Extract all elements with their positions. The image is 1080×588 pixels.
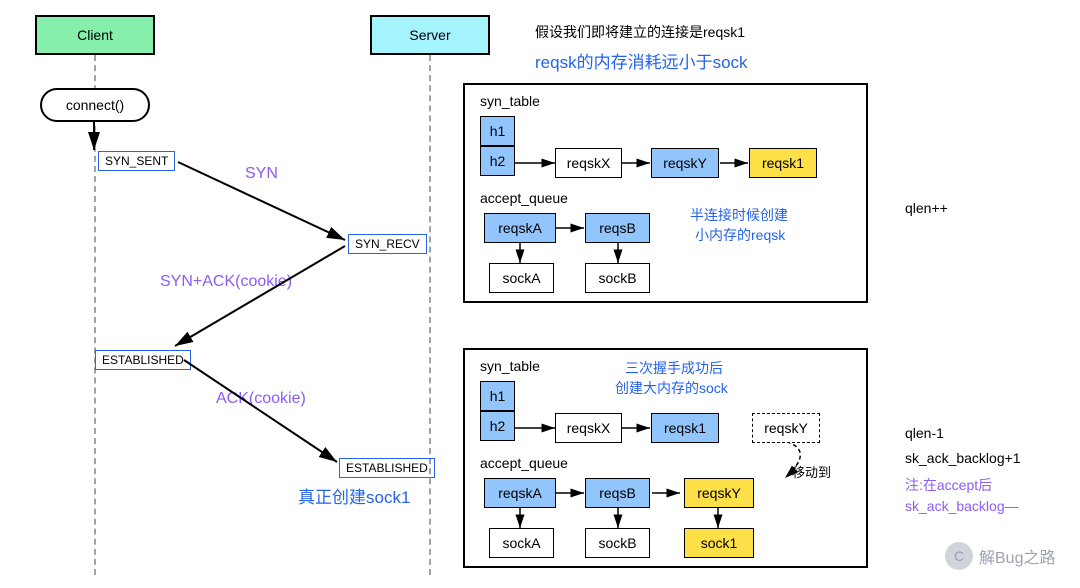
reqskY-box1: reqskY [651,148,719,178]
panel2-note1: 三次握手成功后 [625,358,723,378]
accept-queue-label1: accept_queue [480,190,568,206]
reqsk1-box2: reqsk1 [651,413,719,443]
watermark: C 解Bug之路 [945,542,1055,570]
reqskX-box1: reqskX [555,148,622,178]
accept-note1: 注:在accept后 [905,475,992,495]
syn-ack-msg: SYN+ACK(cookie) [160,273,292,291]
reqskA-box2: reqskA [484,478,556,508]
reqskY-box2: reqskY [752,413,820,443]
qlen-minus: qlen-1 [905,425,944,441]
move-label: 移动到 [792,462,831,481]
accept-note2: sk_ack_backlog— [905,498,1019,514]
reqsB-box2: reqsB [585,478,650,508]
h2-box1: h2 [480,146,515,176]
client-actor: Client [35,15,155,55]
established2-state: ESTABLISHED [339,458,435,478]
accept-queue-label2: accept_queue [480,455,568,471]
reqskY-queue-box2: reqskY [684,478,754,508]
server-label: Server [409,27,450,43]
established1-state: ESTABLISHED [95,350,191,370]
sock1-box2: sock1 [684,528,754,558]
connect-label: connect() [66,97,124,113]
reqskX-box2: reqskX [555,413,622,443]
syn-sent-state: SYN_SENT [98,151,175,171]
panel1-note1: 半连接时候创建 [690,205,788,225]
memory-note: reqsk的内存消耗远小于sock [535,48,748,73]
connect-call: connect() [40,88,150,122]
sockB-box1: sockB [585,263,650,293]
sockA-box2: sockA [489,528,554,558]
reqskA-box1: reqskA [484,213,556,243]
sockB-box2: sockB [585,528,650,558]
ack-msg: ACK(cookie) [216,390,306,408]
sockA-box1: sockA [489,263,554,293]
h1-box1: h1 [480,116,515,146]
qlen-plus: qlen++ [905,200,948,216]
assumption-note: 假设我们即将建立的连接是reqsk1 [535,22,745,42]
syn-recv-state: SYN_RECV [348,234,427,254]
panel1-note2: 小内存的reqsk [695,225,785,245]
syn-msg: SYN [245,165,278,183]
syn-table-label2: syn_table [480,358,540,374]
panel2-note2: 创建大内存的sock [615,378,728,398]
client-label: Client [77,27,113,43]
client-lifeline [94,55,96,575]
sk-ack-plus: sk_ack_backlog+1 [905,450,1021,466]
h1-box2: h1 [480,381,515,411]
server-lifeline [429,55,431,575]
reqsB-box1: reqsB [585,213,650,243]
h2-box2: h2 [480,411,515,441]
reqsk1-box1: reqsk1 [749,148,817,178]
syn-table-label1: syn_table [480,93,540,109]
wechat-icon: C [945,542,973,570]
server-actor: Server [370,15,490,55]
create-sock-note: 真正创建sock1 [298,483,410,508]
